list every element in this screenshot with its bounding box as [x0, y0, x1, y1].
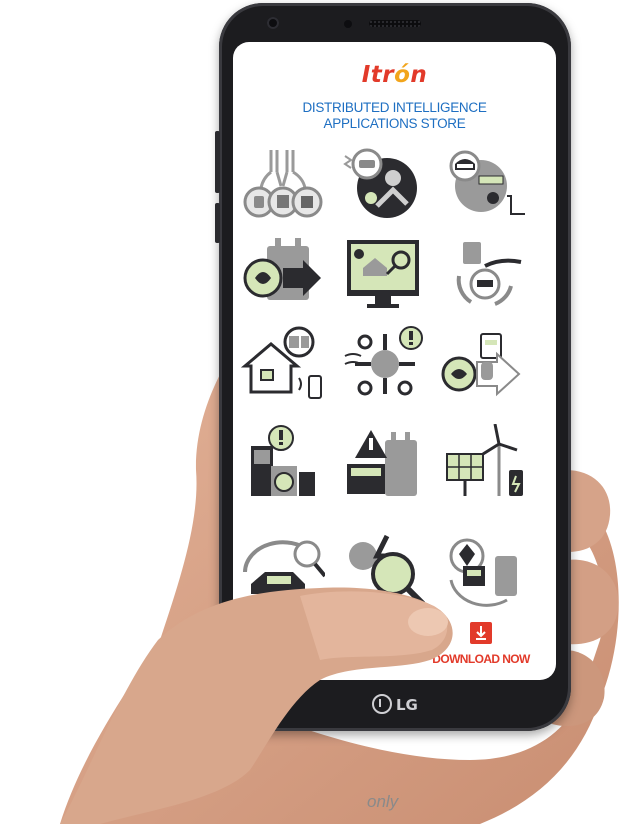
lg-brand-logo: LG [372, 694, 418, 714]
lg-circle-icon [372, 694, 392, 714]
download-icon [470, 622, 492, 644]
title-line-2: APPLICATIONS STORE [323, 116, 466, 131]
outage-network-icon[interactable] [341, 326, 425, 402]
load-disaggregation-icon[interactable] [441, 326, 525, 402]
title-line-1: DISTRIBUTED INTELLIGENCE [302, 100, 487, 115]
itron-logo: Itrón [361, 62, 428, 88]
app-screen: Itrón DISTRIBUTED INTELLIGENCE APPLICATI… [233, 42, 556, 680]
transformer-alert-icon[interactable] [341, 424, 425, 500]
download-now-label: DOWNLOAD NOW [432, 652, 530, 666]
power-button [215, 203, 220, 243]
download-now-button[interactable]: DOWNLOAD NOW [421, 622, 541, 672]
front-camera-icon [267, 17, 279, 29]
volume-button [215, 131, 220, 193]
page-title: DISTRIBUTED INTELLIGENCE APPLICATIONS ST… [233, 100, 556, 132]
home-energy-analytics-icon[interactable] [341, 236, 425, 312]
transformer-intelligence-icon[interactable] [241, 236, 325, 312]
ev-charging-detection-icon[interactable] [241, 532, 327, 608]
fault-analysis-icon[interactable] [341, 532, 426, 608]
home-devices-icon[interactable] [240, 326, 325, 402]
theft-detection-icon[interactable] [341, 146, 425, 222]
location-awareness-icon[interactable] [441, 532, 525, 608]
caption-text: only [367, 792, 399, 811]
earpiece-speaker [369, 20, 421, 27]
phone-scene: Itrón DISTRIBUTED INTELLIGENCE APPLICATI… [0, 0, 625, 824]
solar-wind-battery-icon[interactable] [441, 423, 525, 500]
gas-water-electric-meters-icon[interactable] [241, 146, 325, 222]
meter-theft-icon[interactable] [441, 146, 525, 222]
meter-transformer-connectivity-icon[interactable] [441, 236, 525, 312]
sensor-icon [344, 20, 352, 28]
appliance-alerts-icon[interactable] [241, 424, 325, 500]
